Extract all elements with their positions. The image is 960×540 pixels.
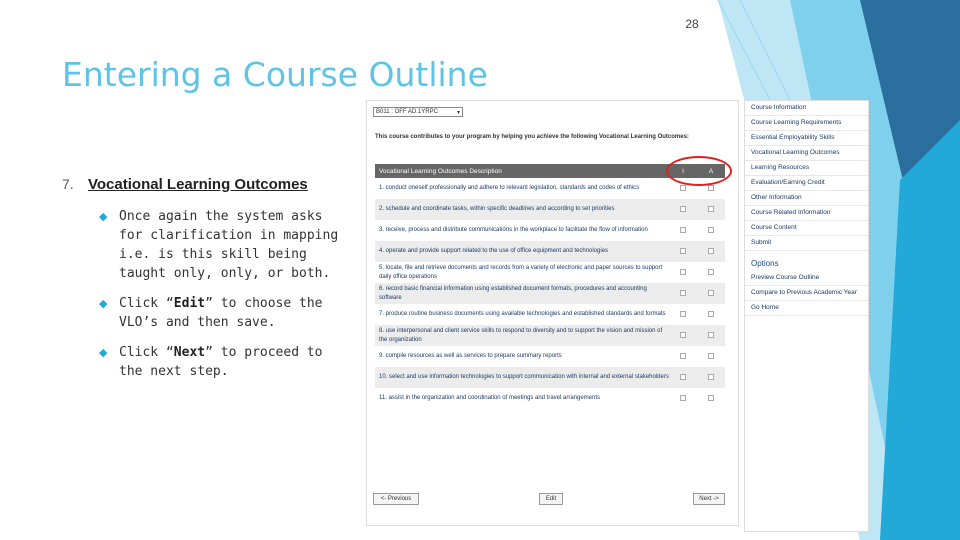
checkbox-i[interactable]: [680, 226, 686, 233]
checkbox-a[interactable]: [708, 226, 714, 233]
checkbox-i[interactable]: [680, 268, 686, 275]
vlo-description: 1. conduct oneself professionally and ad…: [379, 185, 640, 191]
checkbox-i[interactable]: [680, 331, 686, 338]
table-row: 8. use interpersonal and client service …: [375, 325, 725, 346]
bullet-item: ◆ Once again the system asks for clarifi…: [99, 209, 339, 281]
table-row: 2. schedule and coordinate tasks, within…: [375, 199, 725, 220]
checkbox-i[interactable]: [680, 310, 686, 317]
table-row: 9. compile resources as well as services…: [375, 346, 725, 367]
vlo-description: 6. record basic financial information us…: [379, 285, 647, 301]
next-button[interactable]: Next ->: [693, 493, 725, 505]
checkbox-a[interactable]: [708, 394, 714, 401]
heading-number: 7.: [62, 176, 74, 192]
vlo-description: 10. select and use information technolog…: [379, 374, 669, 380]
sidebar-item[interactable]: Course Information: [745, 101, 868, 116]
checkbox-i[interactable]: [680, 289, 686, 296]
checkbox-a[interactable]: [708, 268, 714, 275]
program-select[interactable]: B011 : OFF AD.1YRPC ▾: [373, 107, 463, 117]
edit-button[interactable]: Edit: [539, 493, 563, 505]
slide-title: Entering a Course Outline: [62, 55, 488, 94]
table-row: 11. assist in the organization and coord…: [375, 388, 725, 409]
checkbox-i[interactable]: [680, 205, 686, 212]
sidebar-item[interactable]: Evaluation/Earning Credit: [745, 176, 868, 191]
table-row: 6. record basic financial information us…: [375, 283, 725, 304]
vlo-description: 4. operate and provide support related t…: [379, 248, 609, 254]
checkbox-a[interactable]: [708, 331, 714, 338]
sidebar-item[interactable]: Course Content: [745, 221, 868, 236]
table-row: 7. produce routine business documents us…: [375, 304, 725, 325]
sidebar-item[interactable]: Vocational Learning Outcomes: [745, 146, 868, 161]
previous-button[interactable]: <- Previous: [373, 493, 419, 505]
bullet-item: ◆ Click “Next” to proceed to the next st…: [99, 345, 323, 379]
checkbox-a[interactable]: [708, 289, 714, 296]
vlo-description: 11. assist in the organization and coord…: [379, 395, 601, 401]
vlo-table: Vocational Learning Outcomes Description…: [375, 164, 725, 409]
diamond-bullet-icon: ◆: [99, 211, 108, 223]
checkbox-i[interactable]: [680, 394, 686, 401]
highlight-circle: [666, 156, 732, 186]
chevron-down-icon: ▾: [456, 109, 460, 116]
sidebar-item[interactable]: Submit: [745, 236, 868, 251]
checkbox-a[interactable]: [708, 310, 714, 317]
bullet-item: ◆ Click “Edit” to choose the VLO’s and t…: [99, 296, 323, 330]
vlo-description: 7. produce routine business documents us…: [379, 311, 666, 317]
vlo-description: 3. receive, process and distribute commu…: [379, 227, 648, 233]
option-link[interactable]: Compare to Previous Academic Year: [745, 286, 868, 301]
table-row: 1. conduct oneself professionally and ad…: [375, 178, 725, 199]
sidebar-item[interactable]: Other Information: [745, 191, 868, 206]
sidebar-item[interactable]: Course Learning Requirements: [745, 116, 868, 131]
checkbox-a[interactable]: [708, 184, 714, 191]
vlo-description: 5. locate, file and retrieve documents a…: [379, 264, 663, 280]
heading-text: Vocational Learning Outcomes: [88, 176, 308, 193]
checkbox-i[interactable]: [680, 373, 686, 380]
sidebar-item[interactable]: Essential Employability Skills: [745, 131, 868, 146]
option-link[interactable]: Go Home: [745, 301, 868, 316]
checkbox-a[interactable]: [708, 247, 714, 254]
table-row: 4. operate and provide support related t…: [375, 241, 725, 262]
diamond-bullet-icon: ◆: [99, 298, 108, 310]
vlo-description: 8. use interpersonal and client service …: [379, 327, 663, 343]
sidebar-menu: Course Information Course Learning Requir…: [744, 100, 869, 532]
checkbox-i[interactable]: [680, 352, 686, 359]
options-heading: Options: [751, 259, 779, 268]
checkbox-i[interactable]: [680, 184, 686, 191]
vlo-description: 9. compile resources as well as services…: [379, 353, 562, 359]
checkbox-a[interactable]: [708, 373, 714, 380]
slide-number: 28: [685, 17, 699, 31]
vlo-screenshot-panel: B011 : OFF AD.1YRPC ▾ This course contri…: [366, 100, 739, 526]
bullet-list: ◆ Once again the system asks for clarifi…: [99, 207, 351, 392]
sidebar-item[interactable]: Course Related Information: [745, 206, 868, 221]
checkbox-a[interactable]: [708, 352, 714, 359]
diamond-bullet-icon: ◆: [99, 347, 108, 359]
table-row: 10. select and use information technolog…: [375, 367, 725, 388]
vlo-description: 2. schedule and coordinate tasks, within…: [379, 206, 615, 212]
option-link[interactable]: Preview Course Outline: [745, 271, 868, 286]
section-heading: 7. Vocational Learning Outcomes: [62, 176, 308, 193]
sidebar-item[interactable]: Learning Resources: [745, 161, 868, 176]
checkbox-a[interactable]: [708, 205, 714, 212]
table-row: 3. receive, process and distribute commu…: [375, 220, 725, 241]
vlo-intro-text: This course contributes to your program …: [375, 134, 689, 140]
table-row: 5. locate, file and retrieve documents a…: [375, 262, 725, 283]
checkbox-i[interactable]: [680, 247, 686, 254]
